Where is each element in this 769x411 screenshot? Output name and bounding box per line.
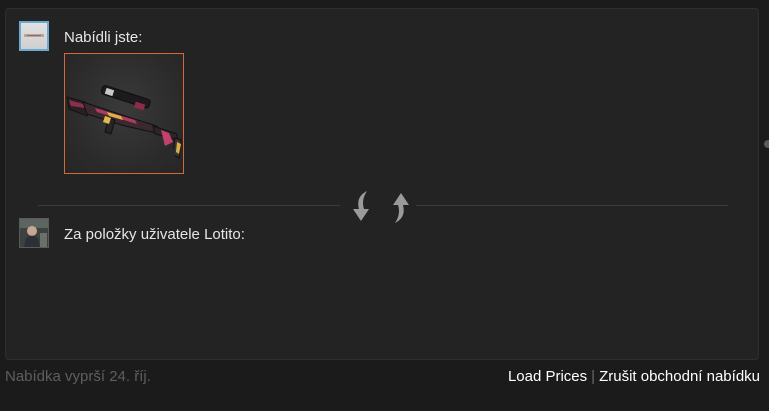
trade-offer-panel: Nabídli jste: Za položky uživatele Lotit… [5, 8, 759, 360]
footer-actions: Load Prices | Zrušit obchodní nabídku [508, 368, 760, 385]
divider-left [38, 205, 340, 206]
ssg08-rifle-icon [66, 85, 182, 163]
you-offered-label: Nabídli jste: [64, 29, 143, 46]
partner-avatar[interactable] [19, 218, 49, 248]
swap-arrows-icon [353, 191, 409, 223]
load-prices-link[interactable]: Load Prices [508, 368, 587, 385]
cancel-offer-link[interactable]: Zrušit obchodní nabídku [599, 368, 760, 385]
footer-separator: | [591, 368, 596, 385]
offer-expiry-text: Nabídka vyprší 24. říj. [5, 368, 151, 385]
scroll-handle[interactable] [764, 140, 769, 148]
your-avatar[interactable] [19, 21, 49, 51]
divider-right [416, 205, 728, 206]
partner-items-label: Za položky uživatele Lotito: [64, 226, 245, 243]
offered-item-slot[interactable] [64, 53, 184, 174]
